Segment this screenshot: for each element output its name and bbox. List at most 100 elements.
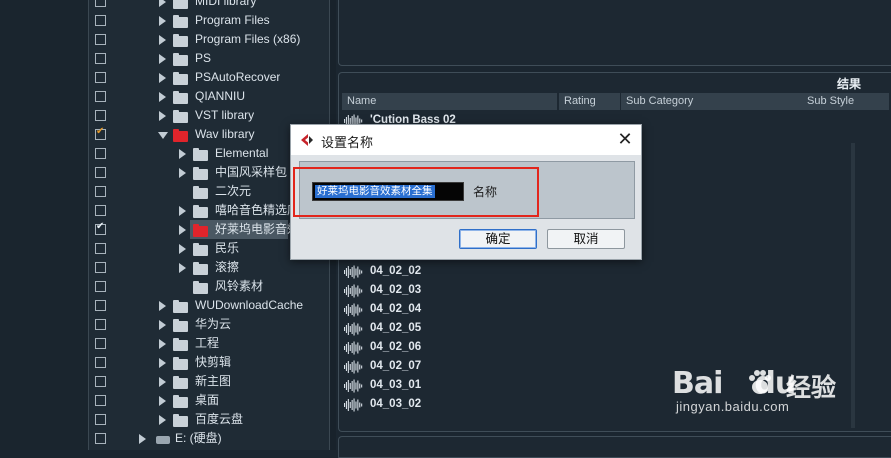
tree-item-label[interactable]: 新主图 [195, 372, 231, 391]
expand-arrow-icon[interactable] [159, 396, 166, 406]
annotation-highlight-box [293, 167, 539, 217]
tree-checkbox[interactable] [95, 72, 106, 83]
expand-arrow-icon[interactable] [159, 16, 166, 26]
cancel-button[interactable]: 取消 [547, 229, 625, 249]
expand-arrow-icon[interactable] [159, 54, 166, 64]
tree-item-label[interactable]: 工程 [195, 334, 219, 353]
tree-checkbox[interactable] [95, 34, 106, 45]
expand-arrow-icon[interactable] [179, 206, 186, 216]
expand-arrow-icon[interactable] [179, 263, 186, 273]
tree-item-label[interactable]: 快剪辑 [195, 353, 231, 372]
waveform-icon [344, 360, 363, 374]
tree-checkbox[interactable] [95, 205, 106, 216]
tree-checkbox[interactable] [95, 186, 106, 197]
tree-item-label[interactable]: PSAutoRecover [195, 68, 280, 87]
column-header-sub-category[interactable]: Sub Category [621, 93, 803, 110]
tree-checkbox[interactable] [95, 338, 106, 349]
result-name: 04_02_02 [370, 265, 422, 277]
tree-checkbox[interactable] [95, 0, 106, 7]
tree-item-label[interactable]: 风铃素材 [215, 277, 263, 296]
result-row[interactable]: 04_02_02 [343, 262, 543, 281]
expand-arrow-icon[interactable] [159, 92, 166, 102]
tree-item-label[interactable]: Program Files [195, 11, 270, 30]
tree-checkbox[interactable] [95, 433, 106, 444]
result-name: 04_02_04 [370, 303, 422, 315]
tree-item-label[interactable]: Elemental [215, 144, 268, 163]
expand-arrow-icon[interactable] [159, 301, 166, 311]
expand-arrow-icon[interactable] [179, 225, 186, 235]
tree-item-label[interactable]: VST library [195, 106, 254, 125]
expand-arrow-icon[interactable] [159, 377, 166, 387]
collapse-arrow-icon[interactable] [158, 132, 168, 139]
expand-arrow-icon[interactable] [159, 415, 166, 425]
tree-checkbox[interactable] [95, 221, 106, 235]
tree-item-label[interactable]: QIANNIU [195, 87, 245, 106]
tree-item-label[interactable]: MIDI library [195, 0, 256, 11]
result-row[interactable]: 04_02_05 [343, 319, 543, 338]
tree-checkbox[interactable] [95, 357, 106, 368]
results-title-bar: 结果 [339, 73, 891, 91]
tree-item-label[interactable]: 民乐 [215, 239, 239, 258]
tree-checkbox[interactable] [95, 395, 106, 406]
watermark-text: 经验 [786, 374, 837, 402]
folder-red-icon [173, 129, 188, 142]
tree-item-label[interactable]: PS [195, 49, 211, 68]
tree-checkbox[interactable] [95, 414, 106, 425]
tree-item-label[interactable]: Wav library [195, 125, 255, 144]
expand-arrow-icon[interactable] [159, 35, 166, 45]
tree-checkbox[interactable] [95, 319, 106, 330]
close-icon[interactable]: ✕ [615, 129, 635, 149]
tree-checkbox[interactable] [95, 243, 106, 254]
tree-checkbox[interactable] [95, 281, 106, 292]
expand-arrow-icon[interactable] [159, 320, 166, 330]
tree-checkbox[interactable] [95, 167, 106, 178]
result-row[interactable]: 04_02_06 [343, 338, 543, 357]
expand-arrow-icon[interactable] [179, 149, 186, 159]
tree-checkbox[interactable] [95, 110, 106, 121]
tree-checkbox[interactable] [95, 376, 106, 387]
tree-item-label[interactable]: WUDownloadCache [195, 296, 303, 315]
tree-item-label[interactable]: 桌面 [195, 391, 219, 410]
tree-item-label[interactable]: Program Files (x86) [195, 30, 300, 49]
result-row[interactable]: 04_03_01 [343, 376, 543, 395]
folder-icon [173, 72, 188, 85]
expand-arrow-icon[interactable] [139, 434, 146, 444]
tree-checkbox[interactable] [95, 300, 106, 311]
expand-arrow-icon[interactable] [159, 73, 166, 83]
expand-arrow-icon[interactable] [179, 168, 186, 178]
waveform-icon [344, 303, 363, 317]
tree-checkbox[interactable] [95, 262, 106, 273]
expand-arrow-icon[interactable] [179, 244, 186, 254]
tree-checkbox[interactable] [95, 91, 106, 102]
tree-item-label[interactable]: 嘻哈音色精选库 [215, 201, 299, 220]
expand-arrow-icon[interactable] [159, 0, 166, 7]
column-header-rating[interactable]: Rating [559, 93, 621, 110]
result-name: 04_03_02 [370, 398, 422, 410]
expand-arrow-icon[interactable] [159, 111, 166, 121]
tree-item-label[interactable]: E: (硬盘) [175, 429, 222, 448]
tree-item-label[interactable]: 中国风采样包 [215, 163, 287, 182]
tree-checkbox[interactable] [95, 53, 106, 64]
expand-arrow-icon[interactable] [159, 339, 166, 349]
column-header-name[interactable]: Name [342, 93, 558, 110]
column-header-sub-style[interactable]: Sub Style [802, 93, 890, 110]
result-row[interactable]: 04_02_04 [343, 300, 543, 319]
expand-arrow-icon[interactable] [159, 358, 166, 368]
tree-item-label[interactable]: 百度云盘 [195, 410, 243, 429]
result-row[interactable]: 04_03_02 [343, 395, 543, 414]
preview-panel [338, 436, 891, 458]
folder-icon [173, 34, 188, 47]
tree-checkbox[interactable] [95, 15, 106, 26]
result-row[interactable]: 04_02_07 [343, 357, 543, 376]
tree-checkbox[interactable] [95, 126, 106, 140]
ok-button[interactable]: 确定 [459, 229, 537, 249]
tree-item-label[interactable]: 好莱坞电影音效 [215, 220, 299, 239]
folder-icon [173, 395, 188, 408]
result-row[interactable]: 04_02_03 [343, 281, 543, 300]
result-name: 04_02_07 [370, 360, 422, 372]
tree-item-label[interactable]: 华为云 [195, 315, 231, 334]
tree-item-label[interactable]: 滚擦 [215, 258, 239, 277]
tree-checkbox[interactable] [95, 148, 106, 159]
results-title: 结果 [837, 77, 862, 91]
tree-item-label[interactable]: 二次元 [215, 182, 251, 201]
